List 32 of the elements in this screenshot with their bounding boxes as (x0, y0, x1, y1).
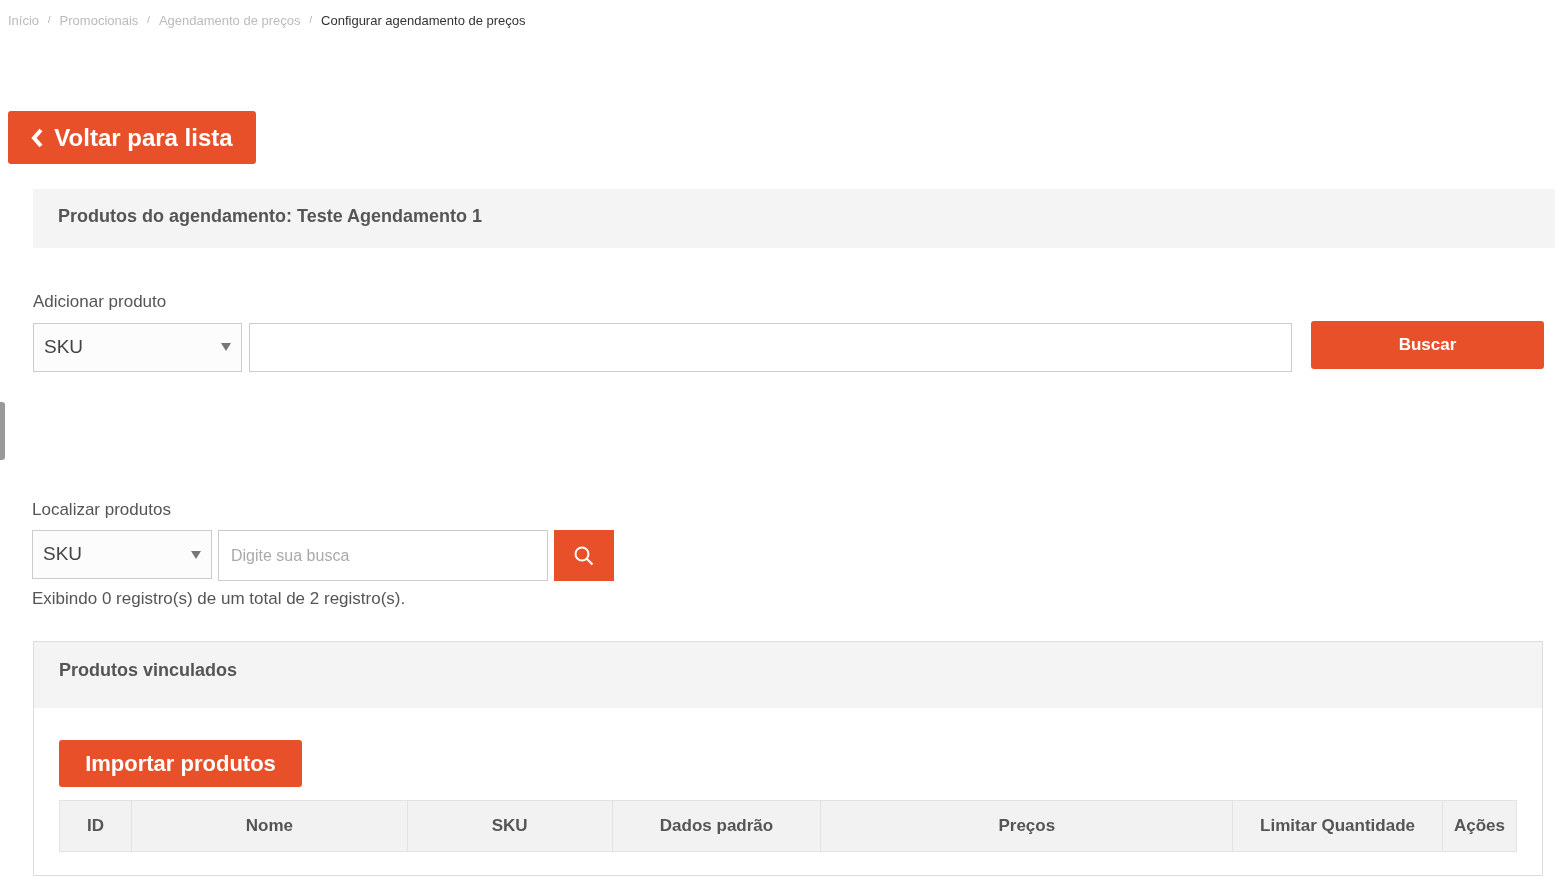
search-input[interactable]: Digite sua busca (218, 530, 548, 581)
back-button[interactable]: Voltar para lista (8, 111, 256, 164)
column-header: ID (59, 800, 132, 851)
column-header: Dados padrão (612, 800, 821, 851)
product-input[interactable] (249, 322, 1292, 372)
column-header: Limitar Quantidade (1232, 800, 1443, 851)
breadcrumb-separator: / (48, 13, 51, 27)
search-icon (574, 545, 594, 566)
search-button[interactable]: Buscar (1311, 320, 1544, 369)
dropdown-caret-icon (221, 343, 231, 351)
breadcrumb-separator: / (147, 13, 150, 27)
field-label: Adicionar produto (33, 291, 168, 313)
breadcrumb-current: Configurar agendamento de preços (321, 11, 526, 30)
side-panel-handle[interactable] (0, 402, 5, 460)
results-summary: Exibindo 0 registro(s) de um total de 2 registro(s). (32, 588, 407, 610)
breadcrumb-link[interactable]: Agendamento de preços (158, 10, 301, 31)
sku-select[interactable]: SKU (33, 322, 242, 372)
field-label: Localizar produtos (32, 498, 172, 521)
column-header: Nome (131, 800, 408, 851)
breadcrumb-separator: / (309, 13, 313, 27)
panel-title: Produtos do agendamento: Teste Agendamento 1 (33, 189, 1555, 248)
column-header: Preços (820, 800, 1233, 851)
sku-select[interactable]: SKU (32, 530, 212, 579)
breadcrumb-link[interactable]: Promocionais (59, 10, 139, 31)
card-title: Produtos vinculados (34, 641, 1542, 708)
breadcrumb-link[interactable]: Início (8, 10, 40, 31)
dropdown-caret-icon (191, 550, 201, 559)
chevron-left-icon (31, 127, 45, 148)
search-button[interactable] (554, 530, 614, 581)
column-header: SKU (407, 800, 613, 851)
import-button[interactable]: Importar produtos (59, 739, 302, 787)
column-header: Ações (1442, 800, 1517, 851)
